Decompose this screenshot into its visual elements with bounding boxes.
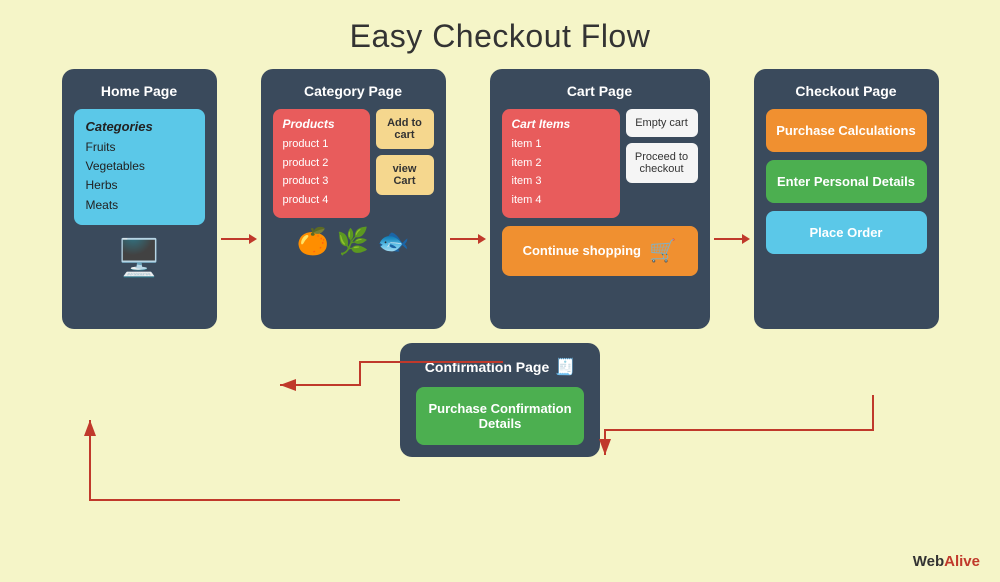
cart-item-3: item 3 [512, 172, 610, 191]
product-4: product 4 [283, 191, 360, 210]
orange-icon: 🍊 [296, 226, 328, 257]
categories-list: Fruits Vegetables Herbs Meats [86, 138, 193, 215]
products-area: Products product 1 product 2 product 3 p… [273, 109, 434, 218]
categories-title: Categories [86, 119, 193, 134]
place-order-button[interactable]: Place Order [766, 211, 927, 254]
proceed-to-checkout-button[interactable]: Proceed to checkout [626, 143, 698, 183]
view-cart-button[interactable]: view Cart [376, 155, 434, 195]
receipt-icon: 🧾 [555, 357, 575, 377]
products-title: Products [283, 117, 360, 131]
cart-items-title: Cart Items [512, 117, 610, 131]
confirmation-page-title: Confirmation Page [425, 359, 549, 375]
personal-details-button[interactable]: Enter Personal Details [766, 160, 927, 203]
checkout-page-card: Checkout Page Purchase Calculations Ente… [754, 69, 939, 329]
cart-page-card: Cart Page Cart Items item 1 item 2 item … [490, 69, 710, 329]
arrow-home-to-category [217, 230, 261, 248]
product-3: product 3 [283, 172, 360, 191]
category-vegetables: Vegetables [86, 157, 193, 176]
confirmation-section: Confirmation Page 🧾 Purchase Confirmatio… [0, 343, 1000, 457]
category-fruits: Fruits [86, 138, 193, 157]
category-page-title: Category Page [273, 83, 434, 99]
confirmation-title-row: Confirmation Page 🧾 [416, 357, 584, 377]
cart-item-4: item 4 [512, 191, 610, 210]
home-page-title: Home Page [74, 83, 205, 99]
cart-side-buttons: Empty cart Proceed to checkout [626, 109, 698, 218]
shopping-cart-icon: 🛒 [649, 238, 676, 264]
cart-items-box: Cart Items item 1 item 2 item 3 item 4 [502, 109, 620, 218]
product-2: product 2 [283, 154, 360, 173]
products-box: Products product 1 product 2 product 3 p… [273, 109, 370, 218]
category-herbs: Herbs [86, 176, 193, 195]
products-list: product 1 product 2 product 3 product 4 [283, 135, 360, 210]
cart-items-list: item 1 item 2 item 3 item 4 [512, 135, 610, 210]
cart-item-2: item 2 [512, 154, 610, 173]
arrow-cart-to-checkout [710, 230, 754, 248]
arrow-category-to-cart [446, 230, 490, 248]
continue-shopping-button[interactable]: Continue shopping 🛒 [502, 226, 698, 276]
branding: WebAlive [913, 553, 980, 570]
cart-inner: Cart Items item 1 item 2 item 3 item 4 E… [502, 109, 698, 218]
cart-page-title: Cart Page [502, 83, 698, 99]
brand-suffix: Alive [944, 553, 980, 570]
category-page-card: Category Page Products product 1 product… [261, 69, 446, 329]
purchase-calculations-button[interactable]: Purchase Calculations [766, 109, 927, 152]
brand-prefix: Web [913, 553, 944, 570]
empty-cart-button[interactable]: Empty cart [626, 109, 698, 137]
herb-icon: 🌿 [337, 226, 369, 257]
checkout-page-title: Checkout Page [766, 83, 927, 99]
home-page-card: Home Page Categories Fruits Vegetables H… [62, 69, 217, 329]
food-emojis: 🍊 🌿 🐟 [273, 226, 434, 257]
category-meats: Meats [86, 196, 193, 215]
product-1: product 1 [283, 135, 360, 154]
cart-item-1: item 1 [512, 135, 610, 154]
add-to-cart-button[interactable]: Add to cart [376, 109, 434, 149]
confirmation-page-card: Confirmation Page 🧾 Purchase Confirmatio… [400, 343, 600, 457]
continue-shopping-label: Continue shopping [523, 243, 641, 258]
fish-icon: 🐟 [377, 226, 409, 257]
cart-action-buttons: Add to cart view Cart [376, 109, 434, 218]
purchase-confirmation-button[interactable]: Purchase Confirmation Details [416, 387, 584, 445]
categories-box: Categories Fruits Vegetables Herbs Meats [74, 109, 205, 225]
computer-icon: 🖥️ [74, 237, 205, 279]
page-title: Easy Checkout Flow [0, 0, 1000, 69]
